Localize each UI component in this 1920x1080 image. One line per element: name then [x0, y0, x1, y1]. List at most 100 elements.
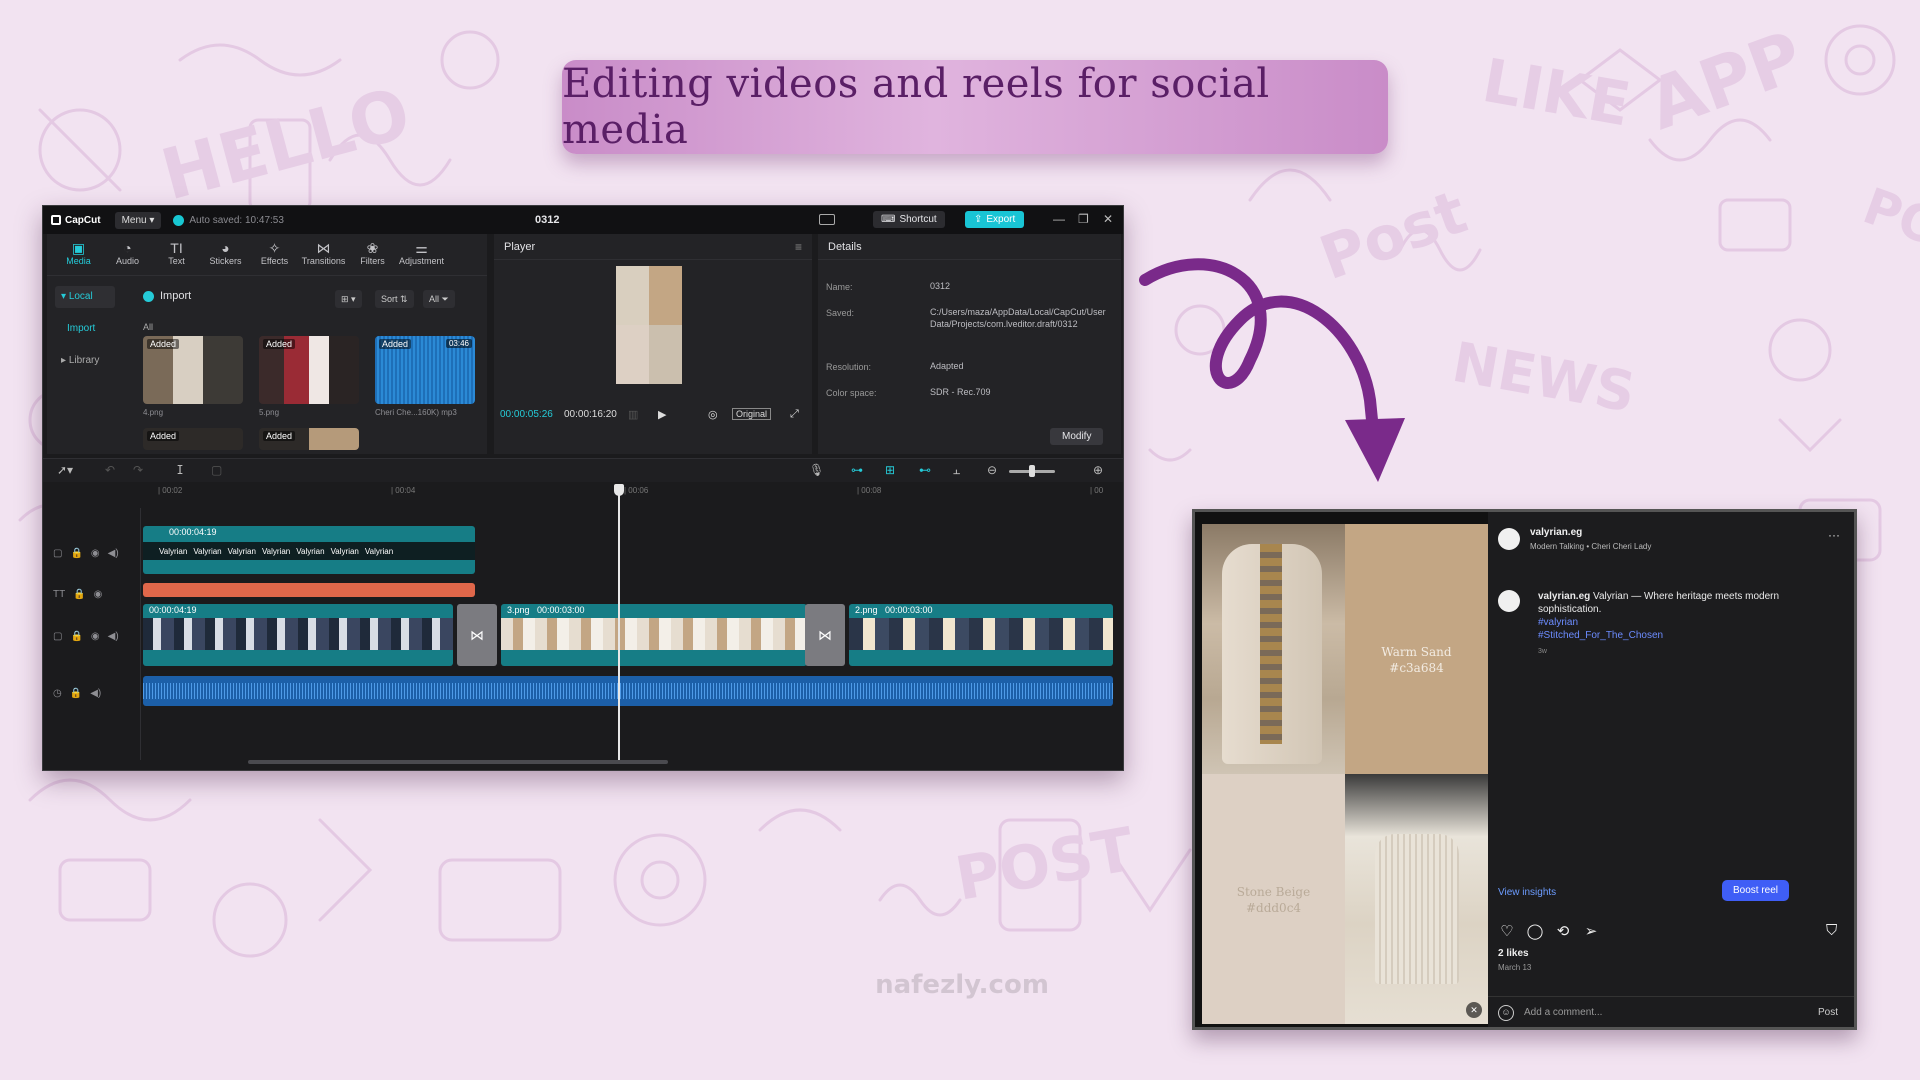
more-options-icon[interactable]: ··· — [1828, 528, 1840, 542]
modify-button[interactable]: Modify — [1050, 428, 1104, 445]
playhead-handle[interactable] — [614, 484, 624, 496]
clip-duration: 00:00:03:00 — [537, 605, 585, 615]
align-icon[interactable]: ⫠ — [953, 463, 960, 478]
menu-label: Menu — [121, 214, 147, 226]
restore-icon[interactable]: ❐ — [1078, 212, 1089, 226]
redo-icon[interactable]: ↷ — [133, 463, 143, 477]
lock-icon[interactable]: 🔒 — [70, 688, 82, 699]
mute-icon[interactable]: ✕ — [1466, 1002, 1482, 1018]
media-item[interactable]: Added — [143, 428, 243, 450]
eye-icon[interactable]: ◉ — [91, 631, 100, 642]
split-icon[interactable]: ⵊ — [177, 463, 183, 477]
heart-icon[interactable]: ♡ — [1498, 922, 1516, 940]
import-button[interactable]: Import — [143, 290, 191, 302]
preview-axis-icon[interactable]: ⊷ — [919, 463, 931, 477]
layout-icon[interactable] — [819, 214, 835, 225]
caption-clip[interactable] — [143, 583, 475, 597]
transition-marker[interactable]: ⋈ — [457, 604, 497, 666]
avatar[interactable] — [1498, 590, 1520, 612]
media-item[interactable]: Added 03:46 — [375, 336, 475, 404]
speaker-icon[interactable]: ◀) — [90, 688, 101, 699]
cloud-check-icon — [173, 214, 185, 226]
view-insights-link[interactable]: View insights — [1498, 887, 1556, 898]
cover-icon[interactable]: ▢ — [53, 631, 62, 642]
tab-media[interactable]: ▣ Media — [55, 240, 102, 275]
link-icon[interactable]: ⊶ — [851, 463, 863, 477]
filter-all-button[interactable]: All ⏷ — [423, 290, 455, 308]
side-label: Local — [68, 291, 93, 302]
side-item-import[interactable]: Import — [55, 318, 115, 340]
speaker-icon[interactable]: ◀) — [108, 631, 119, 642]
zoom-out-icon[interactable]: ⊖ — [987, 463, 997, 477]
watermark-text: nafezly.com — [875, 970, 1049, 1000]
media-item[interactable]: Added — [143, 336, 243, 404]
like-count[interactable]: 2 likes — [1498, 948, 1529, 959]
hashtag-link[interactable]: #valyrian — [1538, 616, 1838, 629]
lock-icon[interactable]: 🔒 — [70, 631, 82, 642]
screenshot-icon[interactable]: ◎ — [708, 408, 718, 421]
tab-text[interactable]: TI Text — [153, 240, 200, 275]
clip-name: 2.png — [855, 605, 878, 615]
post-username[interactable]: valyrian.eg — [1530, 527, 1582, 538]
speaker-icon[interactable]: ◀) — [108, 548, 119, 559]
fullscreen-icon[interactable]: ⤢ — [790, 408, 799, 421]
tab-adjustment[interactable]: ⚌ Adjustment — [398, 240, 445, 275]
boost-reel-button[interactable]: Boost reel — [1722, 880, 1790, 901]
timeline-scrollbar[interactable] — [248, 760, 668, 764]
export-button[interactable]: ⇪ Export — [965, 211, 1025, 228]
comment-input[interactable]: Add a comment... — [1524, 1007, 1602, 1018]
avatar[interactable] — [1498, 528, 1520, 550]
overlay-clip[interactable]: 00:00:04:19 Valyrian Valyrian Valyrian V… — [143, 526, 475, 574]
menu-button[interactable]: Menu ▾ — [114, 211, 162, 229]
hashtag-link[interactable]: #Stitched_For_The_Chosen — [1538, 629, 1838, 642]
tab-label: Effects — [260, 256, 289, 266]
bookmark-icon[interactable]: ⛉ — [1826, 922, 1837, 939]
video-clip[interactable]: 2.png 00:00:03:00 — [849, 604, 1113, 666]
tab-transitions[interactable]: ⋈ Transitions — [300, 240, 347, 275]
zoom-slider-handle[interactable] — [1029, 465, 1035, 477]
side-item-library[interactable]: ▸ Library — [55, 350, 115, 372]
view-mode-button[interactable]: ⊞ ▾ — [335, 290, 362, 308]
media-item[interactable]: Added — [259, 428, 359, 450]
shortcut-button[interactable]: ⌨ Shortcut — [873, 211, 945, 228]
detail-label: Resolution: — [826, 362, 872, 372]
video-clip[interactable]: 3.png 00:00:03:00 — [501, 604, 807, 666]
close-icon[interactable]: ✕ — [1103, 212, 1113, 226]
delete-icon[interactable]: ▢ — [211, 463, 222, 477]
original-ratio-button[interactable]: Original — [732, 408, 772, 420]
tab-audio[interactable]: ◔ Audio — [104, 240, 151, 275]
play-icon[interactable]: ▶ — [658, 408, 666, 421]
eye-icon[interactable]: ◉ — [91, 548, 100, 559]
lock-icon[interactable]: 🔒 — [70, 548, 82, 559]
audio-clip[interactable] — [143, 676, 1113, 706]
lock-icon[interactable]: 🔒 — [73, 589, 85, 600]
comment-icon[interactable]: ◯ — [1526, 922, 1544, 940]
hamburger-icon[interactable]: ≡ — [795, 240, 802, 254]
ruler-label: | 00:06 — [624, 486, 649, 495]
tab-stickers[interactable]: ◕ Stickers — [202, 240, 249, 275]
side-item-local[interactable]: ▾ Local — [55, 286, 115, 308]
keyboard-icon: ⌨ — [881, 214, 896, 225]
tab-filters[interactable]: ❀ Filters — [349, 240, 396, 275]
video-clip[interactable]: 00:00:04:19 — [143, 604, 453, 666]
media-item[interactable]: Added — [259, 336, 359, 404]
transition-marker[interactable]: ⋈ — [805, 604, 845, 666]
eye-icon[interactable]: ◉ — [94, 589, 103, 600]
post-comment-button[interactable]: Post — [1818, 1007, 1838, 1018]
caption-username[interactable]: valyrian.eg — [1538, 591, 1590, 602]
emoji-icon[interactable]: ☺ — [1498, 1005, 1514, 1021]
microphone-icon[interactable]: 🎙 — [809, 463, 824, 477]
zoom-in-icon[interactable]: ⊕ — [1093, 463, 1103, 477]
magnet-icon[interactable]: ⊞ — [885, 463, 895, 477]
minimize-icon[interactable]: — — [1053, 212, 1065, 226]
timeline-toggle-icon[interactable]: ▥ — [628, 408, 638, 421]
sort-button[interactable]: Sort ⇅ — [375, 290, 414, 308]
post-audio[interactable]: Modern Talking • Cheri Cheri Lady — [1530, 542, 1651, 551]
playhead[interactable] — [618, 488, 620, 762]
undo-icon[interactable]: ↶ — [105, 463, 115, 477]
tab-effects[interactable]: ✧ Effects — [251, 240, 298, 275]
cursor-icon[interactable]: ➚▾ — [57, 463, 73, 477]
cover-icon[interactable]: ▢ — [53, 548, 62, 559]
repost-icon[interactable]: ⟲ — [1554, 922, 1572, 940]
share-icon[interactable]: ➢ — [1582, 922, 1600, 940]
